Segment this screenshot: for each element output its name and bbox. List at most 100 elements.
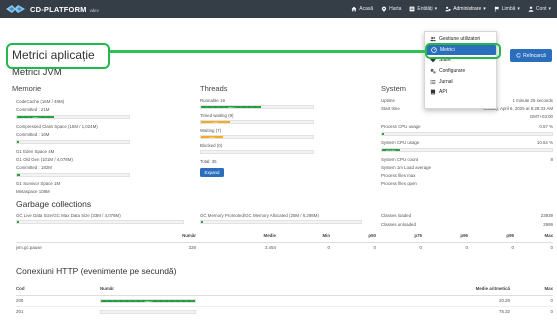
gc-cell: 0 [468, 241, 514, 253]
gc-col-min: Min [276, 230, 330, 243]
http-count-cell: 100% [100, 294, 350, 306]
files-max-label: Process files max [381, 173, 416, 178]
highlight-connector-line [110, 50, 426, 53]
table-row: 201 75.32 0 [16, 305, 553, 317]
gc-title: Garbage collections [16, 199, 92, 209]
memory-title: Memorie [12, 84, 42, 93]
process-cpu-label: Process CPU usage [381, 124, 421, 129]
http-avg-cell: 20.29 [350, 294, 510, 306]
list-icon [409, 6, 415, 12]
nav-item-admin[interactable]: Administrare ▾ [445, 6, 486, 12]
thread-runnable-label: Runnable 19 [200, 98, 225, 103]
start-time-tz: GMT+03:00 [529, 114, 553, 119]
http-table-header: Cod Număr Medie aritmetică Max [16, 283, 553, 296]
menu-label: Gestiune utilizatori [439, 36, 481, 43]
menu-item-api[interactable]: API [425, 87, 496, 98]
brand-version: vdev [89, 7, 99, 13]
nav-label-admin: Administrare [453, 6, 482, 12]
system-cpu-value: 10.64 % [536, 140, 553, 145]
menu-item-logs[interactable]: Jurnal [425, 76, 496, 87]
http-code-cell: 200 [16, 294, 100, 306]
system-cpu-bar: 10.64% [381, 148, 553, 152]
thread-timed-waiting-fill: 26% [201, 121, 231, 123]
flag-icon [494, 6, 499, 12]
caret-down-icon: ▾ [483, 6, 486, 12]
classes-unloaded-value: 2999 [543, 222, 553, 227]
gc-cell: 0 [276, 241, 330, 253]
nav-label-entities: Entități [417, 6, 433, 12]
metaspace-label: Metaspace 108M [16, 189, 50, 194]
gc-col-p50: p50 [330, 230, 376, 243]
gc-live-data-label: GC Live Data Size/GC Max Data Size (33M … [16, 213, 121, 218]
caret-down-icon: ▾ [434, 6, 438, 12]
codecache-committed: Committed : 21M [16, 107, 50, 112]
gc-col-p75: p75 [376, 230, 422, 243]
gc-cell: 0 [514, 241, 553, 253]
http-avg-cell: 75.32 [350, 305, 510, 317]
compressed-class-committed: Committed : 16M [16, 132, 50, 137]
gc-cell: 3.454 [196, 241, 276, 253]
uptime-label: Uptime [381, 98, 395, 103]
gc-col-p99: p99 [468, 230, 514, 243]
gc-cell: 0 [376, 241, 422, 253]
threads-title: Threads [200, 84, 228, 93]
system-title: System [381, 84, 407, 93]
compressed-class-progress-fill [17, 141, 19, 143]
classes-loaded-value: 23939 [540, 213, 553, 218]
http-201-bar [100, 309, 196, 314]
thread-waiting-fill: 20% [201, 136, 224, 138]
start-time-label: Start time [381, 106, 400, 111]
book-icon [430, 89, 436, 95]
codecache-progress-bar: 33% [16, 115, 130, 119]
caret-down-icon: ▾ [548, 6, 551, 12]
nav-item-language[interactable]: Limbă ▾ [494, 6, 520, 12]
system-cpu-label: System CPU usage [381, 140, 420, 145]
tasks-icon [430, 79, 436, 84]
http-col-code: Cod [16, 283, 100, 296]
home-icon [351, 6, 357, 12]
compressed-class-progress-bar [16, 140, 130, 144]
menu-item-configuration[interactable]: Configurare [425, 66, 496, 77]
http-col-avg: Medie aritmetică [350, 283, 510, 296]
thread-timed-waiting-label: Timed waiting (9) [200, 113, 234, 118]
http-table: Cod Număr Medie aritmetică Max 200 100% … [16, 283, 553, 317]
expand-threads-button[interactable]: Expand [200, 168, 224, 177]
gc-cell: jvm.gc.pause [16, 241, 108, 253]
title-highlight-box [6, 43, 110, 69]
caret-down-icon: ▾ [517, 6, 520, 12]
user-icon [528, 6, 534, 12]
gc-col-max: Max [514, 230, 553, 243]
gc-col-count: Număr [108, 230, 196, 243]
menu-label: API [439, 89, 448, 96]
nav-item-entities[interactable]: Entități ▾ [409, 6, 437, 12]
top-navbar: CD-PLATFORM vdev Acasă Harta Entități ▾ … [0, 0, 557, 18]
http-max-cell: 0 [510, 305, 553, 317]
users-cog-icon [445, 6, 451, 12]
classes-loaded-label: Classes loaded [381, 213, 412, 218]
nav-item-home[interactable]: Acasă [351, 6, 373, 12]
menu-label: Jurnal [439, 78, 453, 85]
table-row: 200 100% 20.29 0 [16, 294, 553, 306]
table-row: jvm.gc.pause 328 3.454 0 0 0 0 0 0 [16, 241, 553, 253]
http-200-fill: 100% [101, 299, 195, 304]
brand[interactable]: CD-PLATFORM vdev [5, 2, 99, 16]
nav-item-map[interactable]: Harta [381, 6, 401, 12]
load-average-label: System 1m Load average [381, 165, 432, 170]
http-max-cell: 0 [510, 294, 553, 306]
files-open-label: Process files open [381, 181, 417, 186]
process-cpu-value: 0.57 % [539, 124, 553, 129]
gc-col-p95: p95 [422, 230, 468, 243]
gc-cell: 0 [422, 241, 468, 253]
http-count-cell [100, 305, 350, 317]
thread-waiting-label: Waiting (7) [200, 128, 222, 133]
refresh-button[interactable]: Reîncarcă [510, 49, 552, 62]
codecache-label: CodeCache (16M / 48M) [16, 99, 65, 104]
system-cpu-fill: 10.64% [382, 149, 401, 151]
nav-item-account[interactable]: Cont ▾ [528, 6, 551, 12]
http-col-max: Max [510, 283, 553, 296]
gc-col-mean: Medie [196, 230, 276, 243]
gc-table: Număr Medie Min p50 p75 p95 p99 Max jvm.… [16, 230, 553, 253]
nav-label-map: Harta [389, 6, 402, 12]
http-200-bar: 100% [100, 298, 196, 304]
system-cpu-count-label: System CPU count [381, 157, 419, 162]
